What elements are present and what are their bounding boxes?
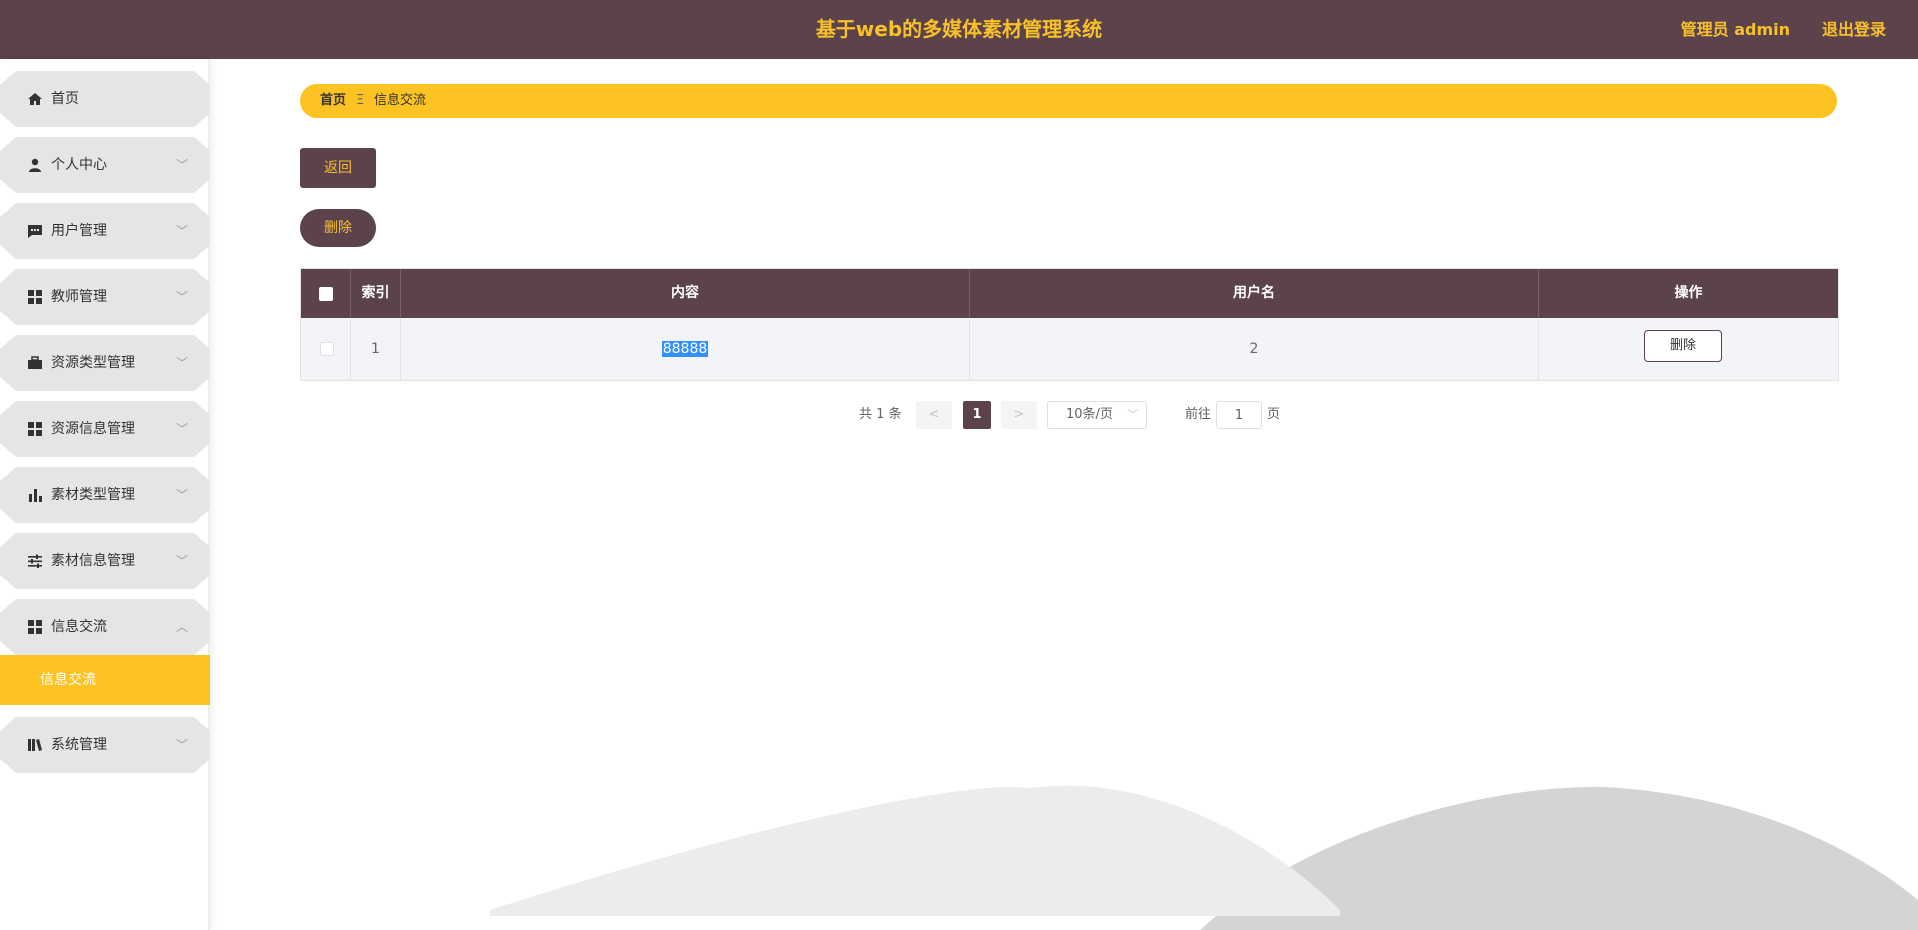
row-content: 88888 (661, 341, 709, 357)
app-title: 基于web的多媒体素材管理系统 (815, 17, 1103, 41)
pagination-page-1[interactable]: 1 (963, 401, 991, 429)
chevron-down-icon: ﹀ (175, 224, 188, 238)
sidebar-item-label: 系统管理 (51, 737, 107, 753)
page-size-select[interactable]: 10条/页 ﹀ (1047, 401, 1147, 429)
sidebar-item-system-management[interactable]: 系统管理 ﹀ (0, 717, 210, 773)
row-select-cell (301, 318, 351, 380)
book-icon (28, 739, 42, 751)
chevron-down-icon: ﹀ (175, 158, 188, 172)
chevron-down-icon: ﹀ (1127, 408, 1138, 421)
pagination-goto-label: 前往 (1185, 407, 1212, 422)
sidebar-item-info-exchange[interactable]: 信息交流 ︿ (0, 599, 210, 655)
decorative-hills (490, 785, 1918, 930)
chevron-down-icon: ﹀ (175, 488, 188, 502)
data-table: 索引 内容 用户名 操作 1 88888 2 (300, 268, 1839, 381)
column-header-content: 内容 (401, 269, 970, 318)
row-content-cell: 88888 (401, 318, 970, 380)
chevron-down-icon: ﹀ (175, 290, 188, 304)
pagination-page-unit: 页 (1267, 407, 1281, 422)
pagination-prev-button[interactable]: < (916, 401, 952, 429)
sliders-icon (28, 554, 42, 568)
top-bar: 基于web的多媒体素材管理系统 管理员 admin 退出登录 (0, 0, 1918, 59)
chevron-down-icon: ﹀ (175, 738, 188, 752)
sidebar-item-user-management[interactable]: 用户管理 ﹀ (0, 203, 210, 259)
breadcrumb-separator: Ξ (356, 93, 365, 108)
sidebar: 首页 个人中心 ﹀ 用户管理 ﹀ 教师管理 ﹀ 资源类型管理 ﹀ 资源信息管理 … (0, 59, 210, 930)
sidebar-item-material-type[interactable]: 素材类型管理 ﹀ (0, 467, 210, 523)
breadcrumb-home[interactable]: 首页 (320, 84, 346, 118)
grid-icon (28, 422, 42, 436)
table-header: 索引 内容 用户名 操作 (301, 269, 1838, 318)
batch-delete-button[interactable]: 删除 (300, 209, 376, 247)
sidebar-item-label: 个人中心 (51, 157, 107, 173)
logout-link[interactable]: 退出登录 (1822, 0, 1886, 59)
chevron-down-icon: ﹀ (175, 422, 188, 436)
pagination-total: 共 1 条 (859, 407, 902, 422)
sidebar-item-resource-type[interactable]: 资源类型管理 ﹀ (0, 335, 210, 391)
breadcrumb-current: 信息交流 (374, 93, 427, 108)
sidebar-item-personal-center[interactable]: 个人中心 ﹀ (0, 137, 210, 193)
sidebar-item-teacher-management[interactable]: 教师管理 ﹀ (0, 269, 210, 325)
pagination-next-button[interactable]: > (1001, 401, 1037, 429)
bar-chart-icon (29, 489, 42, 502)
sidebar-item-label: 首页 (51, 91, 79, 107)
sidebar-item-home[interactable]: 首页 (0, 71, 210, 127)
row-checkbox[interactable] (320, 342, 334, 356)
chevron-down-icon: ﹀ (175, 356, 188, 370)
sidebar-item-label: 教师管理 (51, 289, 107, 305)
table-row: 1 88888 2 (301, 318, 1838, 380)
sidebar-subitem-info-exchange[interactable]: 信息交流 (0, 655, 210, 705)
row-index: 1 (351, 318, 401, 380)
sidebar-item-label: 用户管理 (51, 223, 107, 239)
pagination-goto-input[interactable] (1216, 401, 1262, 429)
briefcase-icon (28, 356, 42, 369)
column-header-index: 索引 (351, 269, 401, 318)
chat-icon (28, 225, 42, 238)
grid-icon (28, 290, 42, 304)
sidebar-item-material-info[interactable]: 素材信息管理 ﹀ (0, 533, 210, 589)
admin-user-label: 管理员 admin (1680, 20, 1790, 39)
sidebar-item-label: 资源类型管理 (51, 355, 135, 371)
column-header-username: 用户名 (970, 269, 1539, 318)
breadcrumb: 首页 Ξ 信息交流 (300, 84, 1837, 118)
chevron-up-icon: ︿ (175, 620, 188, 634)
back-button[interactable]: 返回 (300, 148, 376, 188)
select-all-checkbox[interactable] (319, 287, 333, 301)
home-icon (28, 93, 42, 105)
row-delete-button[interactable]: 删除 (1644, 330, 1722, 362)
sidebar-item-label: 素材信息管理 (51, 553, 135, 569)
row-username: 2 (970, 318, 1539, 380)
page-size-value: 10条/页 (1066, 407, 1113, 422)
sidebar-item-label: 信息交流 (51, 619, 107, 635)
column-header-actions: 操作 (1674, 285, 1703, 301)
sidebar-item-resource-info[interactable]: 资源信息管理 ﹀ (0, 401, 210, 457)
grid-icon (28, 620, 42, 634)
sidebar-subitem-label: 信息交流 (40, 672, 96, 688)
person-icon (29, 158, 41, 172)
sidebar-item-label: 素材类型管理 (51, 487, 135, 503)
sidebar-item-label: 资源信息管理 (51, 421, 135, 437)
select-all-cell (301, 269, 351, 318)
chevron-down-icon: ﹀ (175, 554, 188, 568)
